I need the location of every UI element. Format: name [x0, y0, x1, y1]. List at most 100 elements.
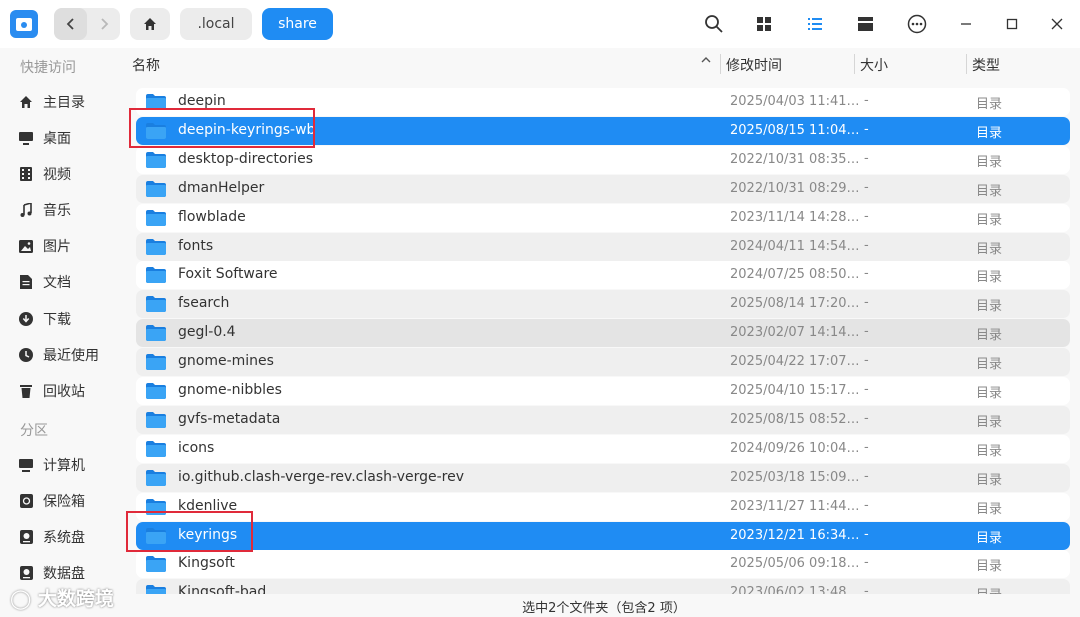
file-size: -	[864, 150, 869, 166]
sidebar-item-label: 图片	[43, 239, 71, 255]
column-divider[interactable]	[854, 54, 855, 74]
breadcrumb-home[interactable]	[130, 8, 170, 40]
file-size: -	[864, 526, 869, 542]
main-menu-button[interactable]	[903, 10, 931, 38]
download-icon	[18, 311, 34, 327]
sidebar-item-documents[interactable]: 文档	[18, 270, 71, 294]
maximize-button[interactable]	[998, 10, 1026, 38]
file-row[interactable]: Kingsoft-bad 2023/06/02 13:48…- 目录	[136, 579, 1070, 594]
sort-ascending-icon[interactable]	[700, 54, 712, 69]
file-size: -	[864, 555, 869, 571]
icon-view-button[interactable]	[750, 10, 778, 38]
file-name: gvfs-metadata	[178, 410, 281, 427]
file-row[interactable]: Kingsoft 2025/05/06 09:18… - 目录	[136, 550, 1070, 579]
file-row[interactable]: io.github.clash-verge-rev.clash-verge-re…	[136, 463, 1070, 492]
file-type: 目录	[976, 212, 1003, 228]
sidebar-item-recent[interactable]: 最近使用	[18, 343, 99, 367]
column-header-name[interactable]: 名称	[132, 55, 160, 75]
file-name: fsearch	[178, 295, 230, 312]
file-type: 目录	[976, 357, 1003, 373]
file-size: -	[864, 208, 869, 224]
file-row[interactable]: gnome-mines 2025/04/22 17:07… - 目录	[136, 348, 1070, 377]
file-modified-time: 2023/11/14 14:28…	[730, 209, 860, 225]
sidebar-item-label: 保险箱	[43, 494, 85, 510]
sidebar-item-label: 文档	[43, 275, 71, 291]
file-name: Kingsoft	[178, 555, 235, 572]
column-divider[interactable]	[720, 54, 721, 74]
file-modified-time: 2024/04/11 14:54…	[730, 238, 860, 254]
column-divider[interactable]	[966, 54, 967, 74]
file-row[interactable]: flowblade 2023/11/14 14:28… - 目录	[136, 203, 1070, 232]
file-modified-time: 2023/02/07 14:14…	[730, 325, 860, 341]
sidebar: 快捷访问 主目录 桌面 视频 音乐 图片 文档 下载 最近使用 回收站 分区 计…	[0, 48, 128, 617]
sidebar-item-data-disk[interactable]: 数据盘	[18, 561, 85, 585]
file-row[interactable]: gegl-0.4 2023/02/07 14:14… - 目录	[136, 319, 1070, 348]
sidebar-item-system-disk[interactable]: 系统盘	[18, 525, 85, 549]
sidebar-item-computer[interactable]: 计算机	[18, 453, 85, 477]
file-size: -	[864, 266, 869, 282]
file-row[interactable]: Foxit Software 2024/07/25 08:50… - 目录	[136, 261, 1070, 290]
annotation-highlight-box	[126, 511, 253, 552]
folder-icon	[146, 238, 166, 255]
file-row[interactable]: icons 2024/09/26 10:04… - 目录	[136, 434, 1070, 463]
sidebar-item-trash[interactable]: 回收站	[18, 379, 85, 403]
file-row[interactable]: fsearch 2025/08/14 17:20… - 目录	[136, 290, 1070, 319]
search-button[interactable]	[700, 10, 728, 38]
file-size: -	[864, 324, 869, 340]
sidebar-item-videos[interactable]: 视频	[18, 162, 71, 186]
desktop-icon	[18, 130, 34, 146]
file-name: gnome-nibbles	[178, 382, 282, 398]
file-type: 目录	[976, 328, 1003, 344]
file-size: -	[864, 497, 869, 513]
picture-icon	[18, 238, 34, 254]
folder-icon	[146, 209, 166, 226]
disk-icon	[18, 529, 34, 545]
file-list[interactable]: deepin 2025/04/03 11:41… - 目录 deepin-keyring…	[128, 78, 1080, 594]
file-row[interactable]: kdenlive 2023/11/27 11:44… - 目录	[136, 492, 1070, 521]
minimize-button[interactable]	[952, 10, 980, 38]
file-row[interactable]: gvfs-metadata 2025/08/15 08:52… - 目录	[136, 405, 1070, 434]
file-type: 目录	[976, 472, 1003, 488]
sidebar-item-music[interactable]: 音乐	[18, 198, 71, 222]
column-header-size[interactable]: 大小	[860, 55, 888, 75]
detail-panel-icon	[857, 17, 873, 31]
sidebar-item-label: 音乐	[43, 203, 71, 219]
forward-button[interactable]	[87, 8, 120, 40]
file-size: -	[864, 121, 869, 137]
sidebar-item-desktop[interactable]: 桌面	[18, 126, 71, 150]
back-button[interactable]	[54, 8, 87, 40]
file-size: -	[864, 179, 869, 195]
sidebar-item-label: 最近使用	[43, 348, 99, 364]
list-view-button[interactable]	[801, 10, 829, 38]
breadcrumb-local[interactable]: .local	[180, 8, 252, 40]
file-row[interactable]: dmanHelper 2022/10/31 08:29… - 目录	[136, 174, 1070, 203]
column-header-type[interactable]: 类型	[972, 55, 1000, 75]
file-manager-app-icon[interactable]	[10, 10, 38, 38]
detail-panel-button[interactable]	[851, 10, 879, 38]
sidebar-item-label: 主目录	[43, 95, 85, 111]
breadcrumb-share[interactable]: share	[262, 8, 333, 40]
folder-icon	[146, 469, 166, 486]
file-row[interactable]: gnome-nibbles 2025/04/10 15:17… - 目录	[136, 377, 1070, 405]
file-modified-time: 2025/08/15 08:52…	[730, 411, 860, 427]
close-button[interactable]	[1043, 10, 1071, 38]
file-type: 目录	[976, 97, 1003, 112]
file-row[interactable]: fonts 2024/04/11 14:54… - 目录	[136, 232, 1070, 261]
history-nav	[54, 8, 120, 40]
column-header-modified[interactable]: 修改时间	[726, 55, 782, 75]
file-size: -	[864, 468, 869, 484]
home-icon	[18, 94, 34, 110]
sidebar-item-home[interactable]: 主目录	[18, 90, 85, 114]
folder-icon	[146, 296, 166, 313]
file-row[interactable]: keyrings 2023/12/21 16:34… - 目录	[136, 521, 1070, 550]
sidebar-item-label: 回收站	[43, 384, 85, 400]
file-size: -	[864, 237, 869, 253]
file-row[interactable]: desktop-directories 2022/10/31 08:35… - 目录	[136, 145, 1070, 174]
sidebar-item-pictures[interactable]: 图片	[18, 234, 71, 258]
sidebar-item-vault[interactable]: 保险箱	[18, 489, 85, 513]
file-size: -	[864, 93, 869, 108]
sidebar-item-downloads[interactable]: 下载	[18, 307, 71, 331]
file-modified-time: 2023/06/02 13:48…	[730, 585, 860, 594]
sidebar-item-label: 桌面	[43, 131, 71, 147]
maximize-icon	[1006, 18, 1018, 30]
